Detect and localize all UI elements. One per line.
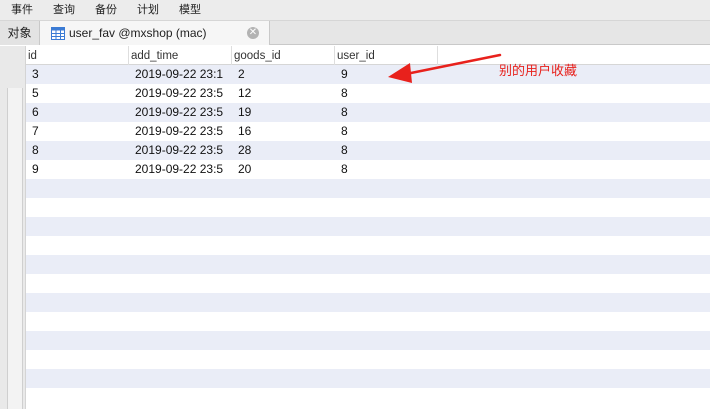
cell-add-time[interactable]: 2019-09-22 23:1	[129, 65, 232, 84]
cell-add-time[interactable]: 2019-09-22 23:5	[129, 103, 232, 122]
cell-add-time[interactable]: 2019-09-22 23:5	[129, 84, 232, 103]
cell-id[interactable]: 5	[26, 84, 129, 103]
cell-goods-id[interactable]: 28	[232, 141, 335, 160]
menu-item-events[interactable]: 事件	[0, 0, 42, 21]
cell-id[interactable]: 7	[26, 122, 129, 141]
table-row[interactable]: 7 2019-09-22 23:5 16 8	[26, 122, 710, 141]
menu-item-model[interactable]: 模型	[168, 0, 210, 21]
cell-goods-id[interactable]: 12	[232, 84, 335, 103]
cell-add-time[interactable]: 2019-09-22 23:5	[129, 141, 232, 160]
empty-row	[26, 350, 710, 369]
empty-row	[26, 198, 710, 217]
menu-item-backup[interactable]: 备份	[84, 0, 126, 21]
tab-user-fav[interactable]: user_fav @mxshop (mac) ✕	[40, 21, 270, 45]
cell-id[interactable]: 3	[26, 65, 129, 84]
tab-bar: 对象 user_fav @mxshop (mac) ✕	[0, 21, 710, 45]
cell-goods-id[interactable]: 2	[232, 65, 335, 84]
empty-row	[26, 217, 710, 236]
cell-user-id[interactable]: 8	[335, 160, 438, 179]
empty-row	[26, 236, 710, 255]
column-header-id[interactable]: id	[26, 46, 129, 65]
cell-user-id[interactable]: 8	[335, 103, 438, 122]
column-header-goods-id[interactable]: goods_id	[232, 46, 335, 65]
cell-id[interactable]: 9	[26, 160, 129, 179]
cell-goods-id[interactable]: 19	[232, 103, 335, 122]
empty-row	[26, 331, 710, 350]
table-row[interactable]: 5 2019-09-22 23:5 12 8	[26, 84, 710, 103]
cell-id[interactable]: 8	[26, 141, 129, 160]
grid-header: id add_time goods_id user_id	[26, 46, 710, 65]
cell-add-time[interactable]: 2019-09-22 23:5	[129, 122, 232, 141]
cell-goods-id[interactable]: 16	[232, 122, 335, 141]
annotation-arrow-icon	[388, 53, 502, 83]
menu-bar: 事件 查询 备份 计划 模型	[0, 0, 710, 21]
table-row[interactable]: 9 2019-09-22 23:5 20 8	[26, 160, 710, 179]
tab-objects[interactable]: 对象	[0, 21, 40, 45]
table-icon	[51, 26, 65, 40]
table-row[interactable]: 8 2019-09-22 23:5 28 8	[26, 141, 710, 160]
empty-row	[26, 255, 710, 274]
menu-item-query[interactable]: 查询	[42, 0, 84, 21]
cell-user-id[interactable]: 8	[335, 141, 438, 160]
table-row[interactable]: 6 2019-09-22 23:5 19 8	[26, 103, 710, 122]
menu-item-schedule[interactable]: 计划	[126, 0, 168, 21]
annotation-label: 别的用户收藏	[499, 63, 578, 78]
empty-row	[26, 388, 710, 407]
close-icon[interactable]: ✕	[247, 27, 259, 39]
empty-row	[26, 179, 710, 198]
gutter-strip	[7, 88, 23, 409]
tab-title: user_fav @mxshop (mac)	[69, 26, 207, 40]
table-row[interactable]: 3 2019-09-22 23:1 2 9	[26, 65, 710, 84]
empty-row	[26, 369, 710, 388]
empty-row	[26, 274, 710, 293]
cell-user-id[interactable]: 8	[335, 84, 438, 103]
cell-goods-id[interactable]: 20	[232, 160, 335, 179]
cell-id[interactable]: 6	[26, 103, 129, 122]
left-gutter	[0, 46, 26, 409]
cell-user-id[interactable]: 8	[335, 122, 438, 141]
empty-row	[26, 312, 710, 331]
cell-add-time[interactable]: 2019-09-22 23:5	[129, 160, 232, 179]
empty-row	[26, 293, 710, 312]
data-grid: id add_time goods_id user_id 3 2019-09-2…	[26, 46, 710, 409]
column-header-add-time[interactable]: add_time	[129, 46, 232, 65]
